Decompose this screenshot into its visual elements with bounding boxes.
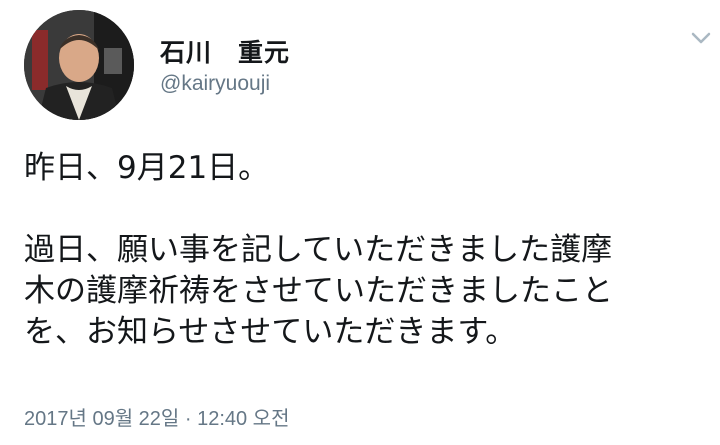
tweet-timestamp[interactable]: 2017년 09월 22일 · 12:40 오전	[24, 402, 289, 431]
tweet-line: 過日、願い事を記していただきました護摩	[24, 232, 613, 268]
tweet-line: 木の護摩祈祷をさせていただきましたこと	[24, 273, 613, 309]
tweet-text: 昨日、9月21日。 過日、願い事を記していただきました護摩 木の護摩祈祷をさせて…	[24, 148, 714, 353]
chevron-down-icon[interactable]	[688, 28, 714, 48]
user-handle[interactable]: @kairyuouji	[160, 72, 270, 96]
avatar-image	[24, 10, 134, 120]
display-name[interactable]: 石川 重元	[160, 33, 290, 69]
avatar[interactable]	[24, 10, 134, 120]
tweet-line: を、お知らせさせていただきます。	[24, 314, 517, 350]
tweet-line: 昨日、9月21日。	[24, 150, 270, 186]
